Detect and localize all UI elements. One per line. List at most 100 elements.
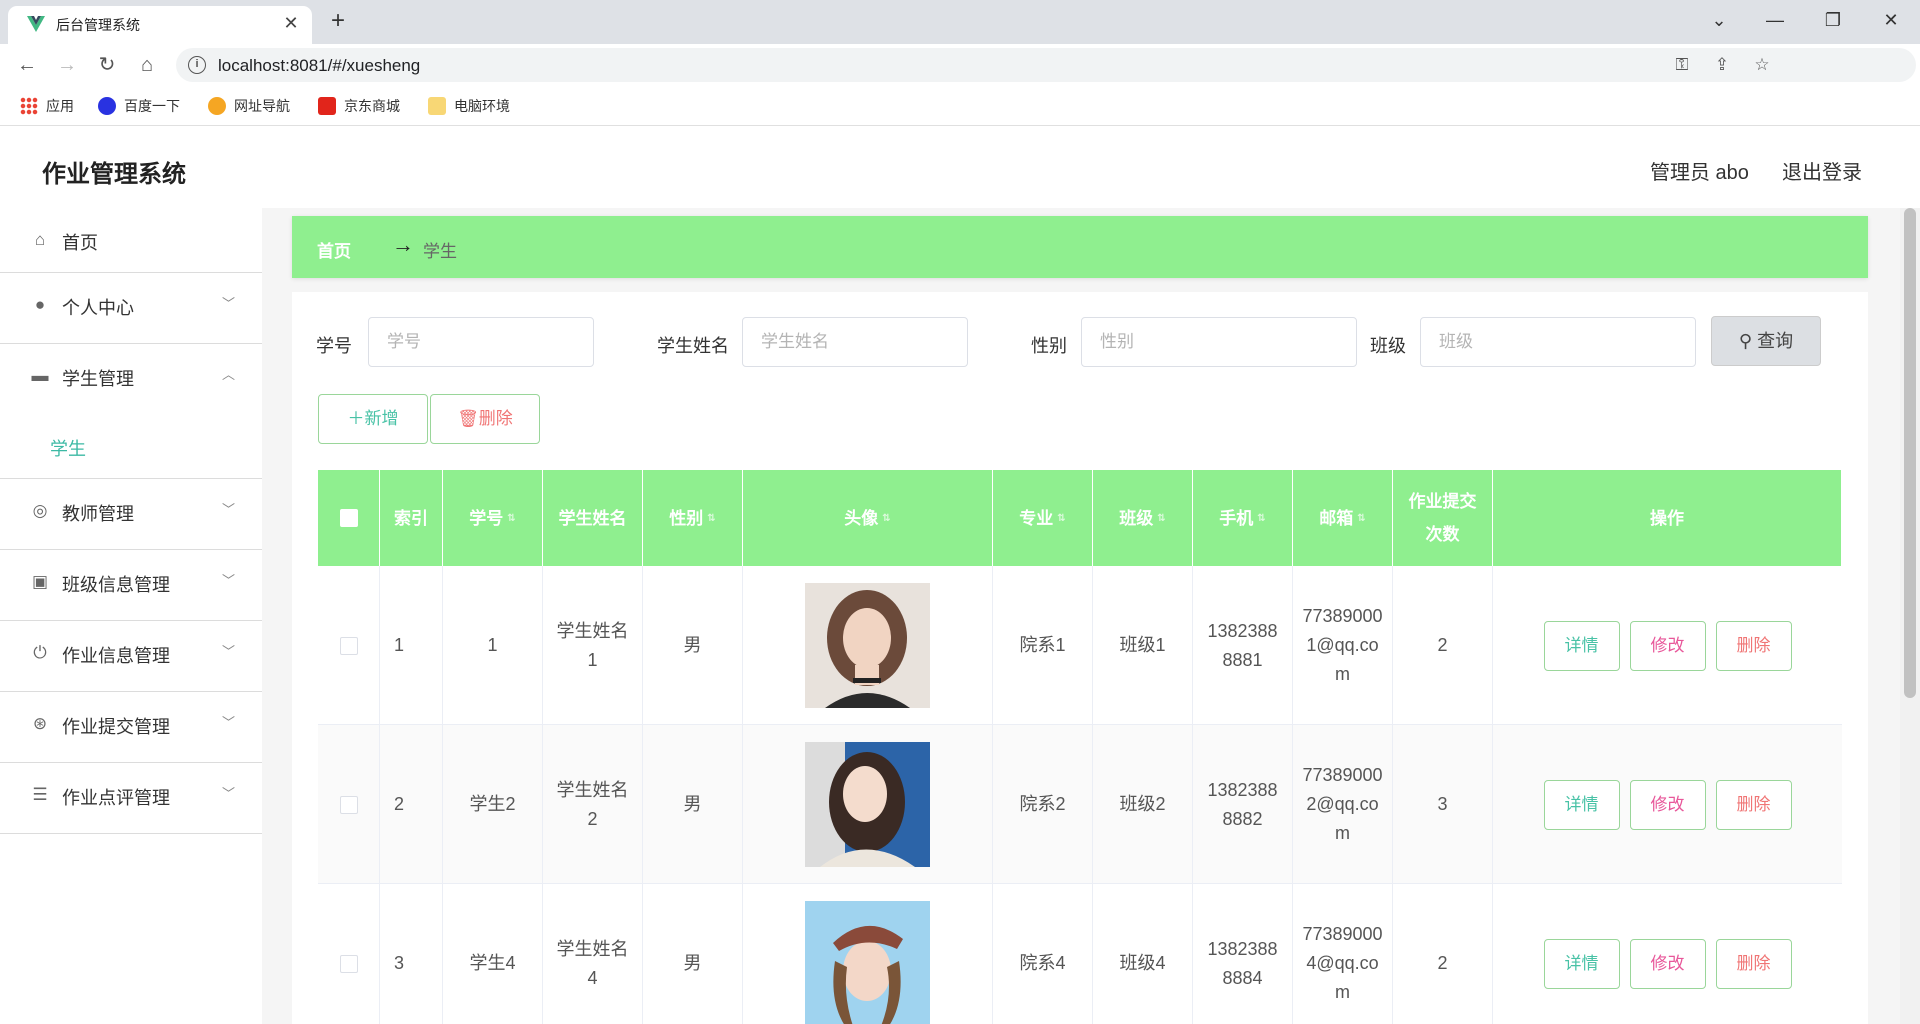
sort-icon[interactable]: ⇅	[1157, 502, 1165, 535]
main-content: 首页 → 学生 学号 学生姓名 性别 班级 ⚲ 查询 ＋新增 🗑删除 索引	[262, 208, 1900, 1024]
back-icon[interactable]: ←	[12, 50, 42, 80]
minimize-icon[interactable]: —	[1760, 6, 1790, 34]
aperture-icon: ⊛	[32, 714, 48, 733]
sort-icon[interactable]: ⇅	[1057, 502, 1065, 535]
row-checkbox[interactable]	[339, 954, 358, 973]
col-header-xuehao[interactable]: 学号 ⇅	[443, 470, 543, 566]
share-icon[interactable]: ⇪	[1710, 53, 1734, 77]
delete-button[interactable]: 删除	[1715, 620, 1792, 671]
col-header-submits[interactable]: 作业提交次数	[1393, 470, 1493, 566]
col-header-name[interactable]: 学生姓名	[543, 470, 643, 566]
browser-tab[interactable]: 后台管理系统 ✕	[8, 6, 312, 44]
col-header-ops: 操作	[1493, 470, 1842, 566]
cell-phone: 13823888881	[1193, 566, 1293, 725]
add-button[interactable]: ＋新增	[318, 394, 428, 444]
sidebar-item-home[interactable]: ⌂ 首页	[0, 208, 262, 273]
student-avatar-image[interactable]	[805, 742, 930, 867]
col-header-major[interactable]: 专业 ⇅	[993, 470, 1093, 566]
window-close-icon[interactable]: ✕	[1876, 6, 1906, 34]
sidebar-item-profile[interactable]: ● 个人中心 ﹀	[0, 273, 262, 344]
student-avatar-image[interactable]	[805, 901, 930, 1024]
col-header-email[interactable]: 邮箱 ⇅	[1293, 470, 1393, 566]
reload-icon[interactable]: ↻	[92, 50, 122, 80]
sidebar-item-student-mgmt[interactable]: ▬ 学生管理 ︿ 学生	[0, 344, 262, 479]
admin-user-label[interactable]: 管理员 abo	[1650, 156, 1749, 185]
detail-button[interactable]: 详情	[1543, 779, 1620, 830]
sidebar-item-label: 学生管理	[62, 369, 134, 389]
search-input-class[interactable]	[1420, 317, 1696, 367]
tab-search-icon[interactable]: ⌄	[1704, 6, 1734, 34]
site-info-icon[interactable]: i	[188, 56, 206, 74]
cell-class: 班级4	[1093, 884, 1193, 1024]
search-input-gender[interactable]	[1081, 317, 1357, 367]
add-button-label: 新增	[364, 409, 399, 428]
bookmark-jd[interactable]: 京东商城	[318, 96, 400, 116]
sidebar-subitem-student[interactable]: 学生	[50, 435, 86, 461]
search-input-xuehao[interactable]	[368, 317, 594, 367]
address-bar[interactable]: i localhost:8081/#/xuesheng ⚿ ⇪ ☆	[176, 48, 1916, 82]
restore-icon[interactable]: ❐	[1818, 6, 1848, 34]
cell-email: 773890001@qq.com	[1293, 566, 1393, 725]
forward-icon[interactable]: →	[52, 50, 82, 80]
breadcrumb-home[interactable]: 首页	[317, 237, 351, 262]
sort-icon[interactable]: ⇅	[707, 502, 715, 535]
sidebar-item-homework-mgmt[interactable]: ⏻ 作业信息管理 ﹀	[0, 621, 262, 692]
detail-button[interactable]: 详情	[1543, 620, 1620, 671]
row-checkbox[interactable]	[339, 795, 358, 814]
bookmark-folder[interactable]: 电脑环境	[428, 96, 510, 116]
sort-icon[interactable]: ⇅	[1357, 502, 1365, 535]
bookmark-nav[interactable]: 网址导航	[208, 96, 290, 116]
col-header-index: 索引	[380, 470, 443, 566]
batch-delete-button[interactable]: 🗑删除	[430, 394, 540, 444]
column-label: 头像	[844, 508, 879, 528]
url-text[interactable]: localhost:8081/#/xuesheng	[218, 56, 420, 76]
col-header-avatar[interactable]: 头像 ⇅	[743, 470, 993, 566]
table-row: 1 1 学生姓名1 男 院系1 班级1 13823888881 77389000…	[318, 566, 1842, 725]
sidebar-item-label: 教师管理	[62, 504, 134, 524]
sidebar-item-teacher-mgmt[interactable]: ◎ 教师管理 ﹀	[0, 479, 262, 550]
sort-icon[interactable]: ⇅	[1257, 502, 1265, 535]
edit-button[interactable]: 修改	[1629, 938, 1706, 989]
select-all-checkbox[interactable]	[339, 509, 358, 527]
scrollbar-thumb[interactable]	[1904, 208, 1916, 698]
key-icon[interactable]: ⚿	[1670, 53, 1694, 77]
sidebar-item-review-mgmt[interactable]: ☰ 作业点评管理 ﹀	[0, 763, 262, 834]
sort-icon[interactable]: ⇅	[507, 502, 515, 535]
chevron-down-icon: ﹀	[222, 715, 236, 730]
cell-gender: 男	[643, 884, 743, 1024]
delete-button[interactable]: 删除	[1715, 779, 1792, 830]
cell-ops: 详情 修改 删除	[1493, 566, 1842, 725]
cell-avatar	[743, 884, 993, 1024]
bookmark-label: 百度一下	[124, 98, 180, 114]
column-label: 邮箱	[1319, 508, 1354, 528]
tab-close-icon[interactable]: ✕	[280, 12, 302, 34]
col-header-gender[interactable]: 性别 ⇅	[643, 470, 743, 566]
page-scrollbar[interactable]	[1900, 208, 1920, 1024]
bookmark-star-icon[interactable]: ☆	[1750, 53, 1774, 77]
search-input-name[interactable]	[742, 317, 968, 367]
cell-submits: 2	[1393, 566, 1493, 725]
monitor-icon: ▬	[31, 366, 49, 385]
new-tab-button[interactable]: +	[324, 8, 352, 36]
search-button[interactable]: ⚲ 查询	[1711, 316, 1821, 366]
sidebar-item-class-mgmt[interactable]: ▣ 班级信息管理 ﹀	[0, 550, 262, 621]
col-header-class[interactable]: 班级 ⇅	[1093, 470, 1193, 566]
search-label-xuehao: 学号	[316, 336, 352, 356]
table-row: 3 学生4 学生姓名4 男 院系4 班级4 13823888884 773890…	[318, 884, 1842, 1024]
bookmark-apps[interactable]: 应用	[20, 96, 74, 116]
cell-xuehao: 学生2	[443, 725, 543, 884]
delete-button[interactable]: 删除	[1715, 938, 1792, 989]
row-checkbox[interactable]	[339, 636, 358, 655]
edit-button[interactable]: 修改	[1629, 620, 1706, 671]
bookmark-label: 京东商城	[344, 98, 400, 114]
sidebar-item-submit-mgmt[interactable]: ⊛ 作业提交管理 ﹀	[0, 692, 262, 763]
edit-button[interactable]: 修改	[1629, 779, 1706, 830]
student-avatar-image[interactable]	[805, 583, 930, 708]
bookmark-baidu[interactable]: 百度一下	[98, 96, 180, 116]
detail-button[interactable]: 详情	[1543, 938, 1620, 989]
logout-link[interactable]: 退出登录	[1782, 156, 1862, 185]
home-page-icon[interactable]: ⌂	[132, 50, 162, 80]
col-header-phone[interactable]: 手机 ⇅	[1193, 470, 1293, 566]
chart-icon: ▣	[31, 572, 49, 591]
sort-icon[interactable]: ⇅	[882, 502, 890, 535]
